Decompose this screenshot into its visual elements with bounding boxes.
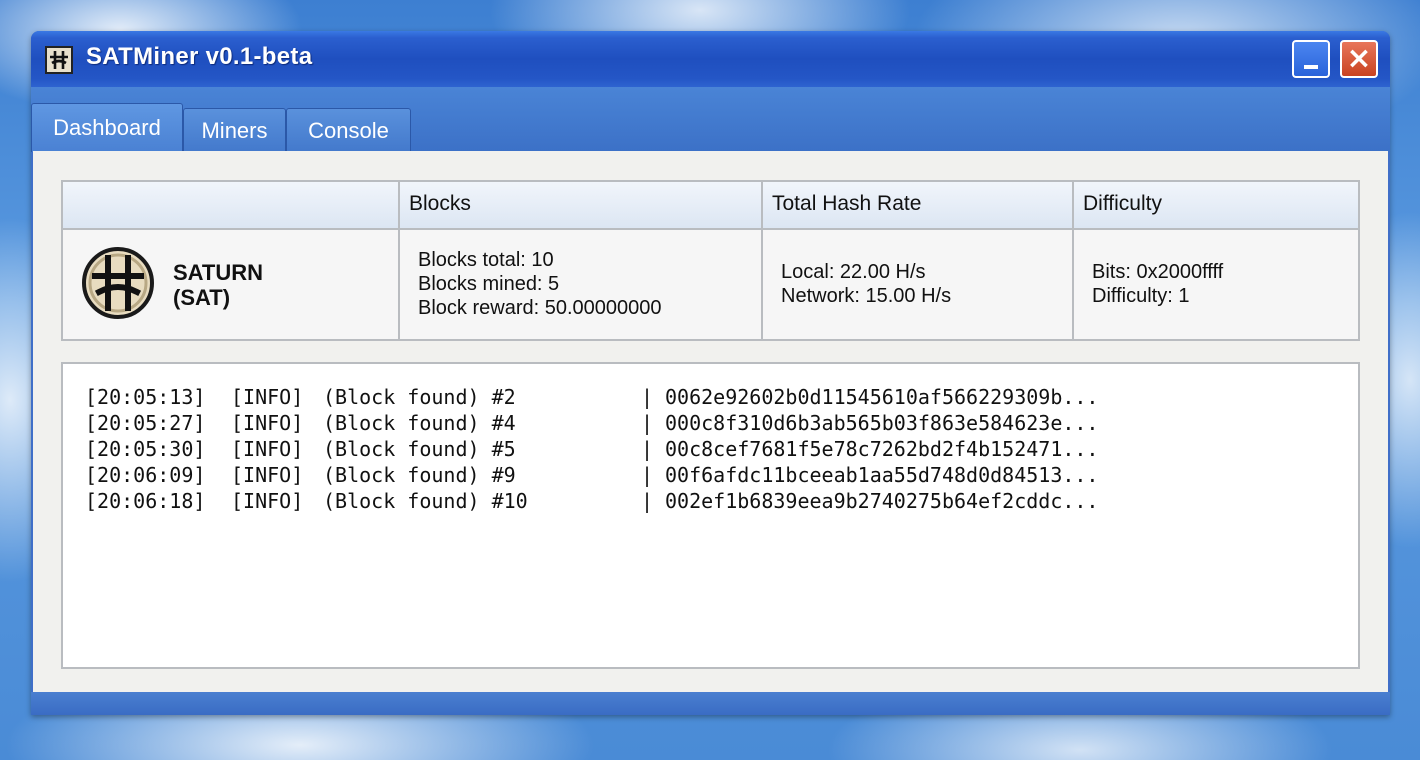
coin-name-label: SATURN — [173, 260, 264, 285]
saturn-logo-icon — [45, 46, 73, 74]
saturn-coin-icon — [81, 246, 155, 325]
minimize-icon — [1304, 65, 1318, 69]
tab-strip: Dashboard Miners Console — [31, 87, 1390, 152]
title-bar[interactable]: SATMiner v0.1-beta × — [31, 31, 1390, 88]
coin-name: SATURN (SAT) — [173, 260, 263, 310]
log-list: [20:05:13] [INFO] (Block found) #2 | 0062e92… — [85, 384, 1098, 514]
blocks-mined: Blocks mined: 5 — [418, 273, 560, 295]
hash-rate-cell: Local: 22.00 H/s Network: 15.00 H/s — [781, 260, 951, 308]
tab-console[interactable]: Console — [286, 108, 411, 152]
difficulty-value: Difficulty: 1 — [1092, 285, 1190, 307]
summary-table: Blocks Total Hash Rate Difficulty SATURN… — [61, 180, 1360, 341]
window-title: SATMiner v0.1-beta — [86, 43, 313, 70]
log-entry: [20:06:18] [INFO] (Block found) #10 | 002ef1… — [85, 489, 1099, 513]
difficulty-cell: Bits: 0x2000ffff Difficulty: 1 — [1092, 260, 1223, 308]
tab-dashboard[interactable]: Dashboard — [31, 103, 183, 152]
log-entry: [20:05:30] [INFO] (Block found) #5 | 00c8cef… — [85, 437, 1099, 461]
hash-rate-network: Network: 15.00 H/s — [781, 285, 952, 307]
hash-rate-local: Local: 22.00 H/s — [781, 261, 926, 283]
blocks-cell: Blocks total: 10 Blocks mined: 5 Block r… — [418, 248, 662, 320]
close-button[interactable]: × — [1340, 40, 1378, 78]
log-entry: [20:05:13] [INFO] (Block found) #2 | 0062e92… — [85, 385, 1099, 409]
block-log[interactable]: [20:05:13] [INFO] (Block found) #2 | 0062e92… — [61, 362, 1360, 669]
header-hash-rate: Total Hash Rate — [772, 192, 922, 215]
log-entry: [20:05:27] [INFO] (Block found) #4 | 000c8f3… — [85, 411, 1099, 435]
app-window: SATMiner v0.1-beta × Dashboard Miners Co… — [31, 31, 1390, 715]
column-divider — [398, 182, 400, 339]
log-entry: [20:06:09] [INFO] (Block found) #9 | 00f6afd… — [85, 463, 1099, 487]
column-divider — [1072, 182, 1074, 339]
difficulty-bits: Bits: 0x2000ffff — [1092, 261, 1224, 283]
status-bar — [31, 692, 1390, 715]
header-difficulty: Difficulty — [1083, 192, 1162, 215]
header-blocks: Blocks — [409, 192, 471, 215]
column-divider — [761, 182, 763, 339]
coin-ticker-label: (SAT) — [173, 285, 231, 310]
block-reward: Block reward: 50.00000000 — [418, 297, 662, 319]
tab-miners[interactable]: Miners — [183, 108, 286, 152]
blocks-total: Blocks total: 10 — [418, 249, 554, 271]
summary-header-row: Blocks Total Hash Rate Difficulty — [63, 182, 1358, 230]
minimize-button[interactable] — [1292, 40, 1330, 78]
dashboard-panel: Blocks Total Hash Rate Difficulty SATURN… — [33, 151, 1388, 692]
close-icon: × — [1346, 41, 1372, 76]
